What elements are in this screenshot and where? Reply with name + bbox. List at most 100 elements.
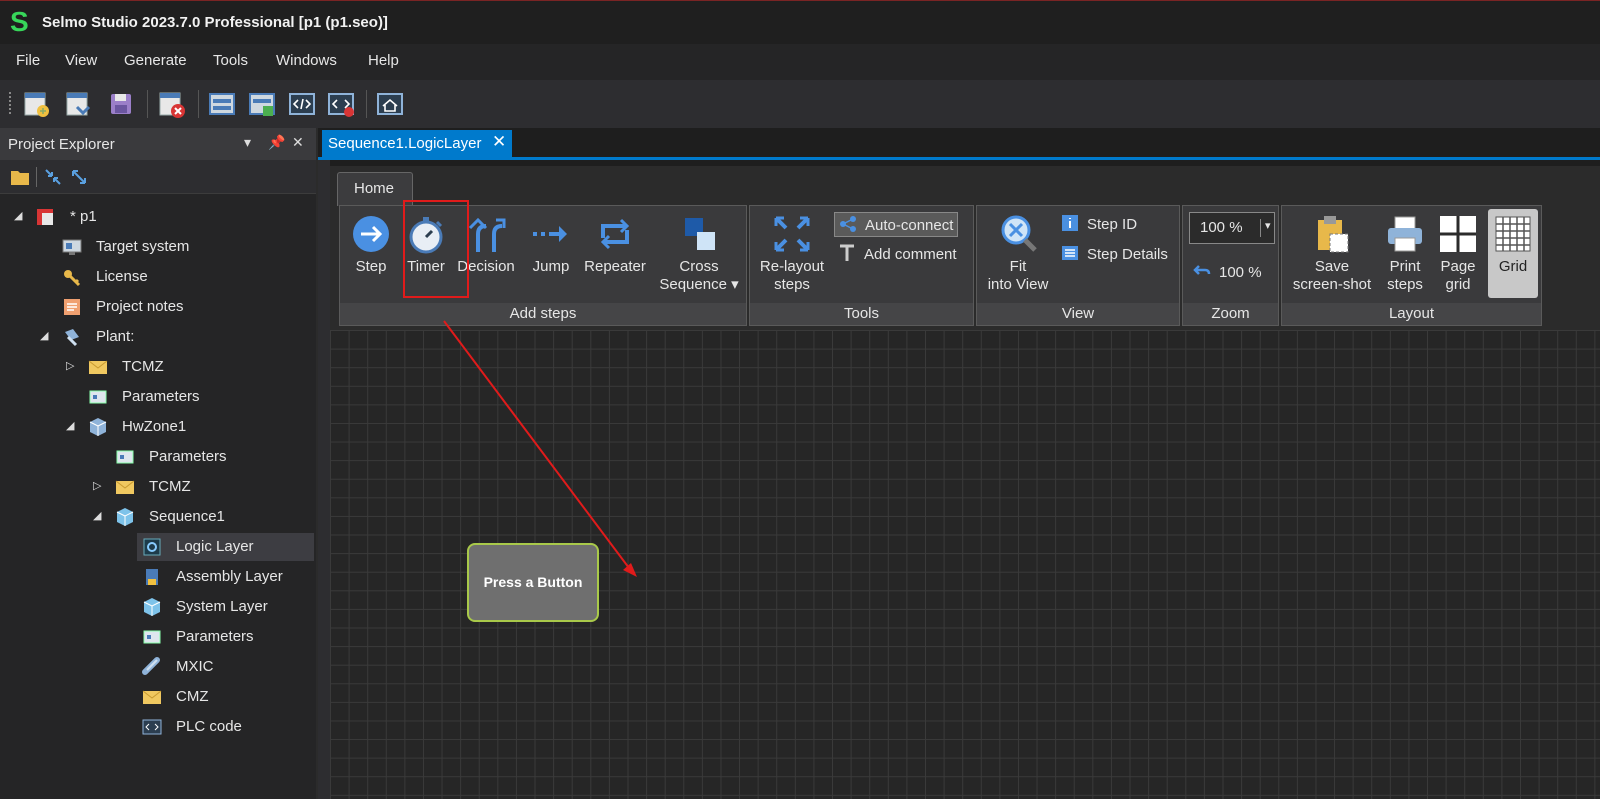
menu-help[interactable]: Help (368, 52, 399, 69)
tree-item-cmz[interactable]: CMZ (0, 683, 316, 711)
tree-item-label: Parameters (176, 628, 254, 645)
zoom-fit-icon (1001, 215, 1037, 252)
tab-sequence1-logiclayer[interactable]: Sequence1.LogicLayer ✕ (322, 130, 512, 158)
cross-sequence-button[interactable]: Cross Sequence ▾ (654, 214, 744, 294)
toolbar-separator (198, 90, 199, 118)
monitor-icon (62, 239, 82, 255)
ribbon-tab-home[interactable]: Home (337, 172, 413, 206)
tree-item-project-notes[interactable]: Project notes (0, 293, 316, 321)
collapse-icon[interactable] (44, 168, 62, 186)
print-steps-button[interactable]: Print steps (1382, 214, 1428, 294)
panel-splitter[interactable] (318, 160, 330, 799)
close-icon[interactable]: ✕ (292, 134, 304, 151)
grid-toggle-button[interactable]: Grid (1488, 209, 1538, 298)
expand-icon[interactable] (70, 168, 88, 186)
cube-icon (143, 598, 161, 616)
tree-item-plant[interactable]: ◢ Plant: (0, 323, 316, 351)
envelope-icon (142, 690, 162, 704)
save-screenshot-button[interactable]: Save screen-shot (1284, 214, 1380, 294)
menu-file[interactable]: File (16, 52, 40, 69)
cross-sequence-label: Sequence (659, 276, 727, 293)
project-explorer-panel: Project Explorer ▾ 📌 ✕ ◢ * p1 Target sys… (0, 128, 316, 799)
tree-item-logic-layer[interactable]: Logic Layer (137, 533, 314, 561)
tree-item-plc-code[interactable]: PLC code (0, 713, 316, 741)
code-remove-icon[interactable] (326, 89, 356, 119)
notes-icon (64, 299, 80, 315)
tab-label: Sequence1.LogicLayer (328, 135, 482, 152)
toolbar-separator (366, 90, 367, 118)
tree-item-hwzone1[interactable]: ◢ HwZone1 (0, 413, 316, 441)
step-icon (353, 216, 389, 252)
expanded-arrow-icon[interactable]: ◢ (66, 419, 74, 432)
toolbar-separator (36, 167, 37, 187)
relayout-steps-button[interactable]: Re-layout steps (754, 214, 830, 294)
tree-item-label: Parameters (149, 448, 227, 465)
zoom-select[interactable]: 100 % ▾ (1189, 212, 1275, 244)
jump-button[interactable]: Jump (524, 214, 578, 276)
cube-icon (116, 508, 134, 526)
new-project-icon[interactable] (22, 89, 52, 119)
tree-item-assembly-layer[interactable]: Assembly Layer (0, 563, 316, 591)
layout-green-icon[interactable] (247, 89, 277, 119)
tree-item-label: Logic Layer (176, 538, 254, 555)
expanded-arrow-icon[interactable]: ◢ (14, 209, 22, 222)
tree-item-target-system[interactable]: Target system (0, 233, 316, 261)
expanded-arrow-icon[interactable]: ◢ (93, 509, 101, 522)
step-node[interactable]: Press a Button (467, 543, 599, 622)
tree-item-license[interactable]: License (0, 263, 316, 291)
tree-item-label: Sequence1 (149, 508, 225, 525)
close-icon[interactable]: ✕ (492, 132, 506, 152)
save-icon[interactable] (106, 89, 136, 119)
tree-item-parameters[interactable]: Parameters (0, 383, 316, 411)
menu-windows[interactable]: Windows (276, 52, 337, 69)
step-details-label: Step Details (1087, 246, 1168, 263)
layout-icon[interactable] (207, 89, 237, 119)
tree-item-label: System Layer (176, 598, 268, 615)
tree-item-label: HwZone1 (122, 418, 187, 435)
fit-into-view-button[interactable]: Fit into View (981, 214, 1055, 294)
step-details-toggle[interactable]: Step Details (1061, 244, 1168, 263)
chevron-down-icon[interactable]: ▾ (1260, 219, 1271, 237)
repeater-button[interactable]: Repeater (580, 214, 650, 276)
tree-item-system-layer[interactable]: System Layer (0, 593, 316, 621)
page-grid-button[interactable]: Page grid (1434, 214, 1482, 294)
fit-into-view-label: Fit (1009, 258, 1027, 275)
tree-item-sequence1[interactable]: ◢ Sequence1 (0, 503, 316, 531)
tree-item-parameters[interactable]: Parameters (0, 443, 316, 471)
ribbon-group-zoom: 100 % ▾ 100 % Zoom (1182, 205, 1279, 326)
relayout-icon (774, 216, 810, 252)
expanded-arrow-icon[interactable]: ◢ (40, 329, 48, 342)
menu-view[interactable]: View (65, 52, 97, 69)
tree-item-tcmz[interactable]: ▷ TCMZ (0, 353, 316, 381)
tree-item-tcmz[interactable]: ▷ TCMZ (0, 473, 316, 501)
add-comment-button[interactable]: Add comment (838, 244, 957, 263)
code-icon[interactable] (287, 89, 317, 119)
zoom-reset-button[interactable]: 100 % (1193, 262, 1262, 281)
step-id-toggle[interactable]: Step ID (1061, 214, 1137, 233)
menu-generate[interactable]: Generate (124, 52, 187, 69)
group-label: Add steps (340, 303, 746, 325)
title-bar: S Selmo Studio 2023.7.0 Professional [p1… (0, 0, 1600, 44)
ribbon-tab-label: Home (354, 180, 395, 197)
relayout-label: Re-layout (759, 258, 825, 275)
window-title: Selmo Studio 2023.7.0 Professional [p1 (… (42, 14, 388, 31)
toolbar-grip[interactable] (9, 92, 11, 116)
step-button[interactable]: Step (346, 214, 396, 276)
tree-item-parameters[interactable]: Parameters (0, 623, 316, 651)
pin-icon[interactable]: 📌 (268, 134, 285, 151)
step-id-label: Step ID (1087, 216, 1138, 233)
print-steps-label: steps (1387, 276, 1423, 293)
menu-tools[interactable]: Tools (213, 52, 248, 69)
tree-item-project[interactable]: ◢ * p1 (0, 203, 316, 231)
dropdown-icon[interactable]: ▾ (244, 134, 251, 151)
home-icon[interactable] (375, 89, 405, 119)
close-project-icon[interactable] (157, 89, 187, 119)
step-label: Step (355, 258, 387, 275)
collapsed-arrow-icon[interactable]: ▷ (66, 359, 74, 372)
auto-connect-toggle[interactable]: Auto-connect (834, 212, 959, 237)
tree-item-mxic[interactable]: MXIC (0, 653, 316, 681)
collapsed-arrow-icon[interactable]: ▷ (93, 479, 101, 492)
envelope-icon (115, 480, 135, 494)
open-icon[interactable] (63, 89, 93, 119)
folder-icon[interactable] (10, 168, 30, 186)
